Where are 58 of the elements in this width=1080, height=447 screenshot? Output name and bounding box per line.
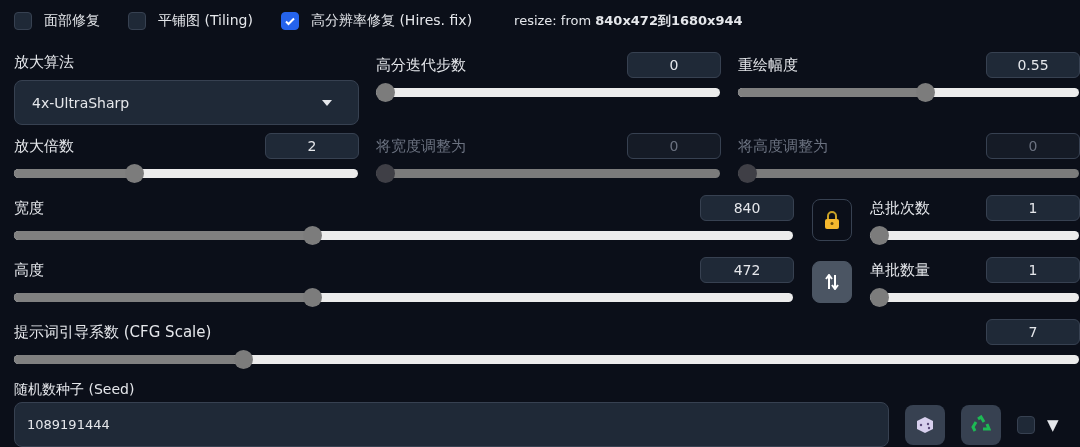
number-field[interactable]: 0.55 [986,52,1080,78]
field-label: 将宽度调整为 [376,136,466,156]
checkbox[interactable] [128,12,146,30]
field-label: 宽度 [14,198,44,218]
dice-icon [915,414,935,435]
field-label: 放大倍数 [14,136,74,156]
number-field[interactable]: 1 [986,257,1080,283]
slider-thumb[interactable] [233,349,253,369]
number-field[interactable]: 2 [265,133,359,159]
resize-info: resize: from 840x472到1680x944 [514,12,743,30]
checkbox-label: 高分辨率修复 (Hires. fix) [310,12,473,30]
number-field[interactable]: 1 [986,195,1080,221]
field-label: 将高度调整为 [738,136,828,156]
slider[interactable] [738,163,1079,183]
slider[interactable] [376,82,720,102]
slider[interactable] [870,225,1079,245]
caret-icon [322,99,332,106]
upscaler-dropdown[interactable]: 4x-UltraSharp [14,80,359,125]
slider-thumb[interactable] [303,225,323,245]
checkbox[interactable] [14,12,32,30]
slider-thumb[interactable] [303,287,323,307]
seed-field[interactable]: 1089191444 [14,402,889,447]
field-label: 提示词引导系数 (CFG Scale) [14,322,212,342]
checkbox[interactable] [1017,415,1035,434]
number-field[interactable]: 840 [700,195,794,221]
field-label: 放大算法 [14,52,74,72]
number-field[interactable]: 7 [986,319,1080,345]
field-label: 总批次数 [870,198,930,218]
slider[interactable] [14,163,358,183]
field-label: 单批数量 [870,260,930,280]
slider[interactable] [870,287,1079,307]
checkbox-label: 平铺图 (Tiling) [158,12,253,30]
checkbox[interactable] [280,12,299,30]
slider[interactable] [14,225,793,245]
slider-thumb[interactable] [124,163,144,183]
field-label: 重绘幅度 [738,55,798,75]
swap-button[interactable] [812,261,852,303]
number-field[interactable]: 0 [627,52,721,78]
checkbox-label: 面部修复 [44,12,100,30]
field-label: 高度 [14,260,44,280]
slider-thumb[interactable] [870,225,889,245]
padlock-icon [824,211,840,229]
swap-arrows-icon [825,274,839,290]
slider-thumb[interactable] [870,287,889,307]
field-label: 高分迭代步数 [376,55,466,75]
reuse-seed-button[interactable] [961,404,1001,445]
slider-thumb[interactable] [915,82,935,102]
number-field[interactable]: 472 [700,257,794,283]
slider[interactable] [14,349,1079,369]
check-icon [283,15,296,27]
slider-thumb[interactable] [376,82,395,102]
random-seed-button[interactable] [905,404,945,445]
slider[interactable] [14,287,793,307]
slider[interactable] [738,82,1079,102]
lock-button[interactable] [812,199,852,241]
slider[interactable] [376,163,720,183]
expand-toggle[interactable]: ▼ [1047,415,1059,434]
field-label: 随机数种子 (Seed) [14,381,135,399]
